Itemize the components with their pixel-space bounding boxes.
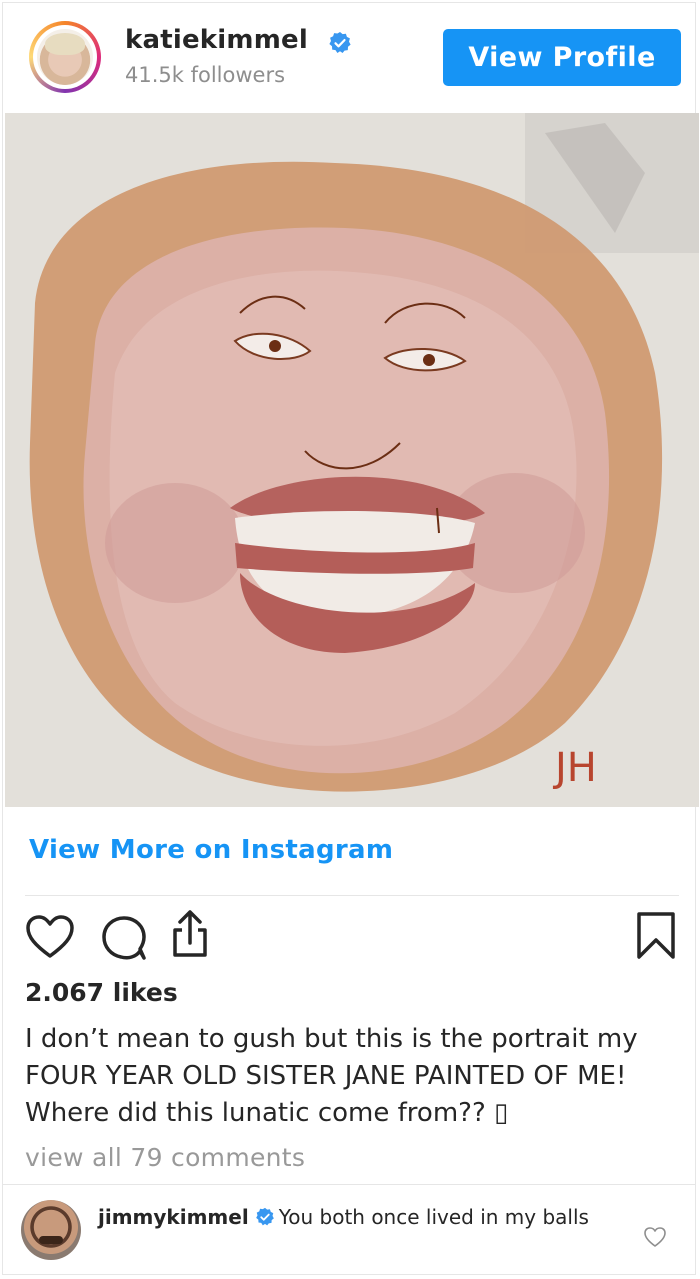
share-icon[interactable] — [165, 908, 215, 958]
painted-portrait: JH — [5, 113, 699, 807]
view-more-on-instagram-link[interactable]: View More on Instagram — [29, 835, 393, 865]
comment-like-heart-icon[interactable] — [643, 1225, 667, 1249]
comment-username[interactable]: jimmykimmel — [98, 1205, 249, 1229]
profile-avatar[interactable] — [29, 21, 101, 93]
comment: jimmykimmel You both once lived in my ba… — [98, 1203, 618, 1231]
avatar-image — [37, 29, 93, 85]
view-all-comments-link[interactable]: view all 79 comments — [25, 1143, 305, 1172]
verified-badge-icon — [329, 32, 351, 53]
post-caption: I don’t mean to gush but this is the por… — [25, 1024, 638, 1128]
likes-count[interactable]: 2.067 likes — [25, 978, 178, 1007]
divider — [3, 1184, 695, 1185]
comment-text: You both once lived in my balls — [278, 1205, 589, 1229]
followers-count: 41.5k followers — [125, 63, 286, 87]
heart-icon[interactable] — [25, 913, 75, 963]
signature-text: JH — [552, 745, 597, 791]
post-photo[interactable]: JH — [5, 113, 699, 807]
post-header: katiekimmel 41.5k followers View Profile — [3, 3, 697, 109]
verified-badge-icon — [255, 1207, 274, 1226]
view-profile-button[interactable]: View Profile — [443, 29, 681, 86]
instagram-embed-card: katiekimmel 41.5k followers View Profile — [2, 2, 699, 1275]
bookmark-icon[interactable] — [631, 911, 681, 961]
comment-icon[interactable] — [99, 913, 149, 963]
username[interactable]: katiekimmel — [125, 25, 308, 55]
commenter-avatar[interactable] — [21, 1200, 81, 1260]
divider — [25, 895, 679, 896]
